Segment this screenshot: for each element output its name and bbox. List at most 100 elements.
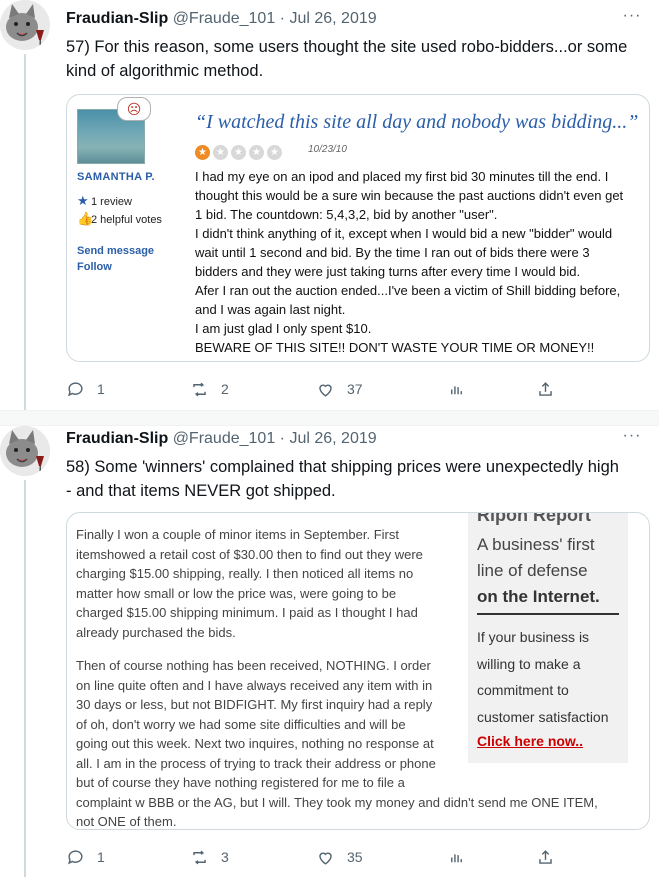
share-button[interactable] xyxy=(536,847,555,867)
ad-site-name: Ripon Report xyxy=(477,512,591,525)
complaint-screenshot-card[interactable]: Finally I won a couple of minor items in… xyxy=(66,512,650,830)
tweet-divider xyxy=(0,410,659,426)
ad-cta-link: Click here now.. xyxy=(477,733,584,749)
text-line: Then of course nothing has been received… xyxy=(76,658,431,673)
share-icon xyxy=(539,381,552,396)
rating-star-icon: ★ xyxy=(231,145,246,160)
retweet-icon xyxy=(193,382,206,396)
text-line: matter how small or low the price was, w… xyxy=(76,585,397,601)
review-body: I had my eye on an ipod and placed my fi… xyxy=(195,167,645,357)
separator: · xyxy=(279,430,285,447)
tweet-date[interactable]: Jul 26, 2019 xyxy=(289,10,376,27)
ad-tagline-line: on the Internet. xyxy=(477,584,600,610)
heart-icon xyxy=(319,384,332,397)
text-line: charging $15.00 shipping, really. I then… xyxy=(76,566,414,581)
retweet-button[interactable]: 3 xyxy=(190,847,229,867)
text-line: 1 bid. The countdown: 5,4,3,2, bid by an… xyxy=(195,207,498,222)
rating-star-icon: ★ xyxy=(249,145,264,160)
tweet-text-line: kind of algorithmic method. xyxy=(66,62,264,80)
reply-button[interactable]: 1 xyxy=(66,379,105,399)
analytics-icon xyxy=(451,853,462,862)
send-message-link: Send message xyxy=(77,245,155,257)
thread-line xyxy=(24,54,26,410)
analytics-button[interactable] xyxy=(447,847,466,867)
text-line: but of course they have nothing register… xyxy=(76,775,405,790)
share-icon xyxy=(539,849,552,864)
ad-divider xyxy=(477,613,619,615)
analytics-button[interactable] xyxy=(447,379,466,399)
avatar[interactable] xyxy=(0,426,50,476)
sad-face-icon: ☹ xyxy=(117,97,151,121)
tweet-header: Fraudian-Slip @Fraude_101 · Jul 26, 2019 xyxy=(66,430,377,452)
like-button[interactable]: 37 xyxy=(316,379,363,399)
more-options-icon[interactable]: ··· xyxy=(621,428,643,450)
text-line: charged $15.00 shipping minimum. I paid … xyxy=(76,605,418,620)
retweet-button[interactable]: 2 xyxy=(190,379,229,399)
text-line: not ONE of them. xyxy=(76,814,177,829)
user-handle[interactable]: @Fraude_101 xyxy=(173,430,276,447)
reply-count: 1 xyxy=(97,849,105,865)
like-button[interactable]: 35 xyxy=(316,847,363,867)
display-name[interactable]: Fraudian-Slip xyxy=(66,10,168,27)
text-line: on line quite often and I have always re… xyxy=(76,677,433,693)
ad-tagline-bold: on the Internet. xyxy=(477,587,600,606)
text-line: going out this week. Next two inquires, … xyxy=(76,736,434,751)
review-date: 10/23/10 xyxy=(308,144,347,155)
rating-star-icon: ★ xyxy=(267,145,282,160)
retweet-count: 3 xyxy=(221,849,229,865)
ad-pitch: If your business is willing to make a co… xyxy=(477,624,609,730)
display-name[interactable]: Fraudian-Slip xyxy=(66,430,168,447)
tweet-text-line: 57) For this reason, some users thought … xyxy=(66,38,628,56)
ad-tagline-line: A business' first xyxy=(477,535,595,554)
separator: · xyxy=(279,10,285,27)
thumbs-up-icon: 👍 xyxy=(77,211,94,226)
reviewer-name: SAMANTHA P. xyxy=(77,171,155,183)
text-line: 30 days or less, but not BIDFIGHT. My fi… xyxy=(76,697,433,712)
more-options-icon[interactable]: ··· xyxy=(621,8,643,30)
tweet-text: 57) For this reason, some users thought … xyxy=(66,35,652,83)
review-screenshot-card[interactable]: ☹ SAMANTHA P. ★ 1 review 👍2 helpful votes… xyxy=(66,94,650,362)
text-line: I didn't think anything of it, except wh… xyxy=(195,226,613,241)
text-line: thought this would be a sure win because… xyxy=(195,188,624,203)
tweet-actions: 1 2 37 xyxy=(66,379,606,399)
cat-avatar-icon xyxy=(0,426,50,476)
review-count-label: 1 review xyxy=(91,196,132,208)
tweet-actions: 1 3 35 xyxy=(66,847,606,867)
text-line: I am just glad I only spent $10. xyxy=(195,321,372,336)
text-line: BEWARE OF THIS SITE!! DON'T WASTE YOUR T… xyxy=(195,340,595,355)
ad-pitch-line: If your business is xyxy=(477,629,590,645)
cat-avatar-icon xyxy=(0,0,50,50)
tweet-text-line: - and that items NEVER got shipped. xyxy=(66,482,336,500)
reply-button[interactable]: 1 xyxy=(66,847,105,867)
heart-icon xyxy=(319,852,332,865)
reply-icon xyxy=(68,381,83,396)
tweet-date[interactable]: Jul 26, 2019 xyxy=(289,430,376,447)
share-button[interactable] xyxy=(536,379,555,399)
avatar[interactable] xyxy=(0,0,50,50)
like-count: 37 xyxy=(347,381,363,397)
user-handle[interactable]: @Fraude_101 xyxy=(173,10,276,27)
tweet-header: Fraudian-Slip @Fraude_101 · Jul 26, 2019 xyxy=(66,10,377,32)
text-line: Afer I ran out the auction ended...I've … xyxy=(195,283,621,298)
ad-tagline-line: line of defense xyxy=(477,561,588,580)
analytics-icon xyxy=(451,385,462,394)
ad-pitch-line: willing to make a xyxy=(477,655,581,672)
star-rating: ★ ★ ★ ★ ★ xyxy=(195,142,285,160)
complaint-paragraph-1: Finally I won a couple of minor items in… xyxy=(76,525,456,642)
review-quote: “I watched this site all day and nobody … xyxy=(195,111,639,133)
text-line: itemshowed a retail cost of $30.00 then … xyxy=(76,546,423,562)
helpful-votes: 👍2 helpful votes xyxy=(77,211,162,227)
retweet-count: 2 xyxy=(221,381,229,397)
complaint-body: Finally I won a couple of minor items in… xyxy=(76,525,598,829)
ad-sidebar: Ripon Report A business' first line of d… xyxy=(468,513,628,763)
like-count: 35 xyxy=(347,849,363,865)
reply-count: 1 xyxy=(97,381,105,397)
tweet-57: Fraudian-Slip @Fraude_101 · Jul 26, 2019… xyxy=(0,0,659,410)
ad-pitch-line: customer satisfaction xyxy=(477,708,609,725)
text-line: Finally I won a couple of minor items in… xyxy=(76,527,399,542)
thread-line xyxy=(24,480,26,877)
complaint-paragraph-2: Then of course nothing has been received… xyxy=(76,656,598,829)
tweet-58: Fraudian-Slip @Fraude_101 · Jul 26, 2019… xyxy=(0,426,659,877)
tweet-text-line: 58) Some 'winners' complained that shipp… xyxy=(66,458,619,476)
